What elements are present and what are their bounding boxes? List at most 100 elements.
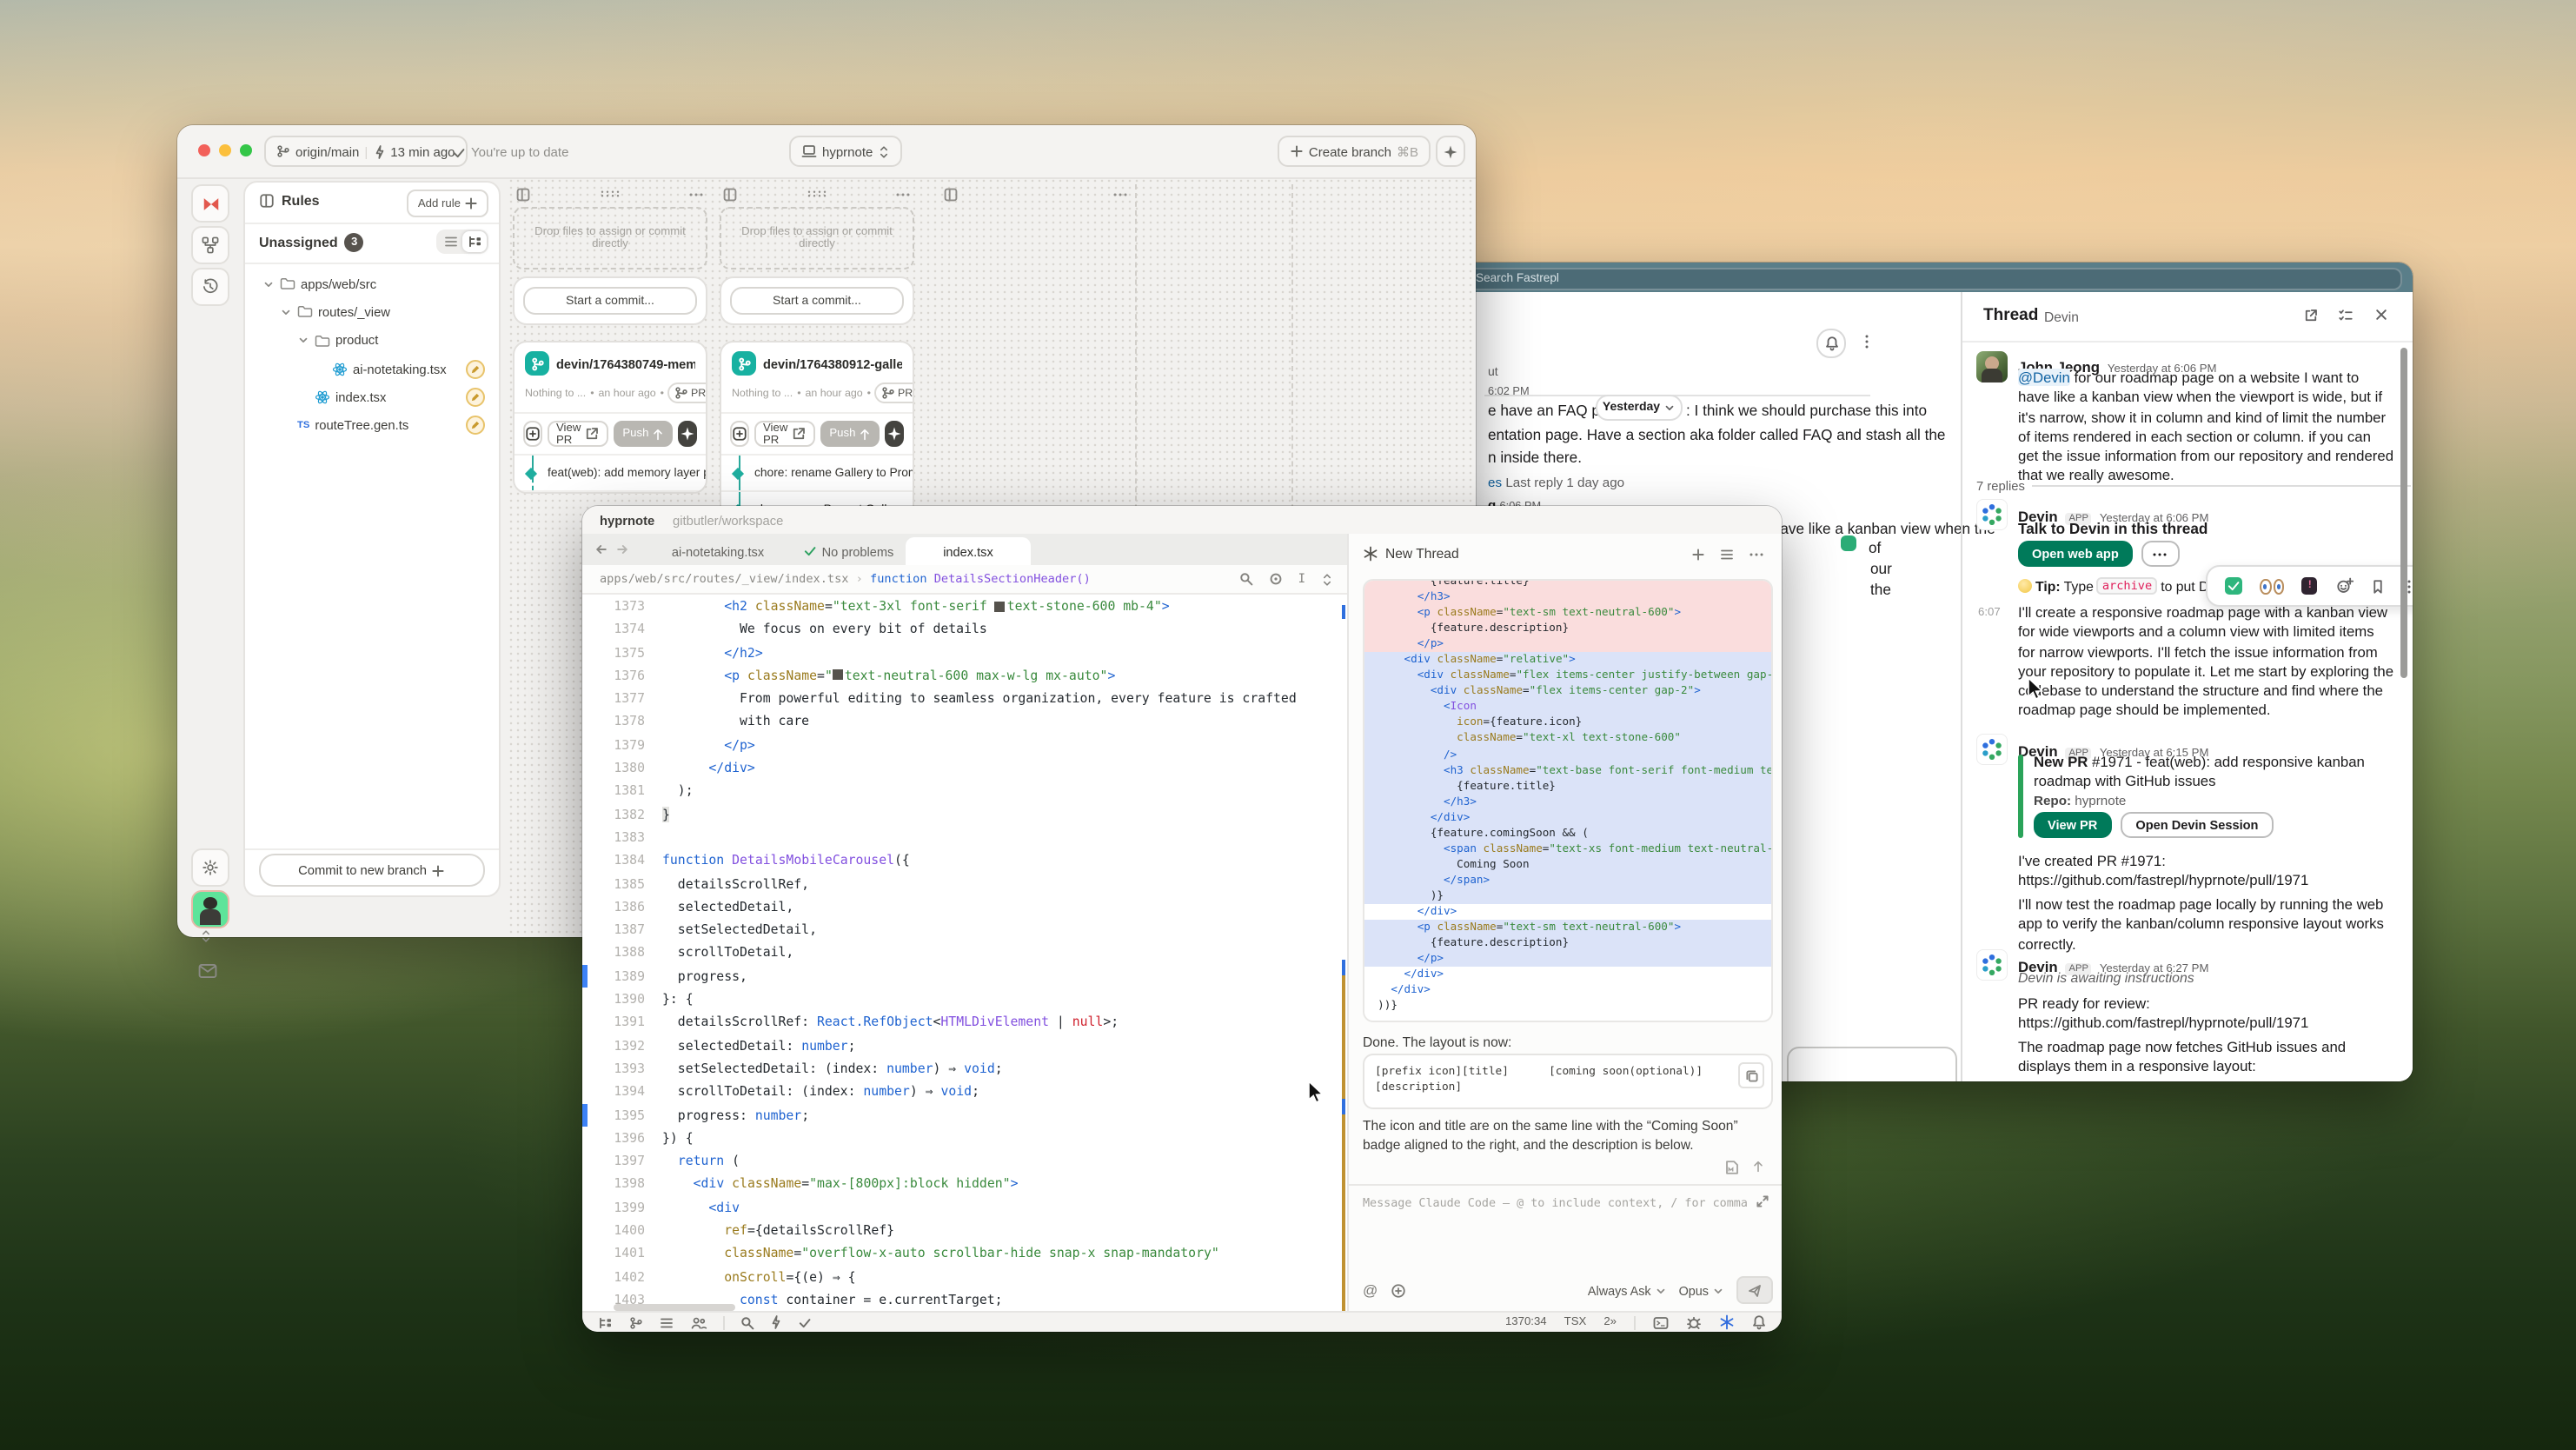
push-button[interactable]: Push bbox=[820, 421, 880, 447]
language-mode[interactable]: TSX bbox=[1564, 1316, 1587, 1328]
drop-zone[interactable]: Drop files to assign or commit directly bbox=[720, 207, 914, 269]
replies-count[interactable]: 7 replies bbox=[1976, 478, 2025, 494]
drag-handle-icon[interactable] bbox=[806, 190, 827, 198]
avatar[interactable] bbox=[1976, 499, 2008, 530]
pr-attachment-title[interactable]: New PR #1971 - feat(web): add responsive… bbox=[2034, 753, 2392, 792]
panel-icon[interactable] bbox=[516, 187, 530, 201]
panel-icon[interactable] bbox=[723, 187, 737, 201]
nav-back-icon[interactable] bbox=[594, 542, 608, 556]
lane-menu-icon[interactable] bbox=[688, 187, 704, 201]
code-line[interactable]: 1398 <div className="max-[800px]:block h… bbox=[582, 1173, 1347, 1196]
status-branch-icon[interactable] bbox=[629, 1315, 643, 1329]
gitbutler-logo[interactable] bbox=[191, 184, 229, 223]
sort-icon[interactable] bbox=[1321, 571, 1333, 587]
new-thread-icon[interactable] bbox=[1691, 547, 1705, 561]
message-input[interactable]: Message Claude Code — @ to include conte… bbox=[1363, 1196, 1747, 1210]
open-web-app-button[interactable]: Open web app bbox=[2018, 541, 2133, 567]
commit-row[interactable]: chore: rename Gallery to Prompt Gallery … bbox=[721, 456, 913, 492]
panel-menu-icon[interactable] bbox=[1749, 547, 1764, 561]
tree-item-ai-notetaking-tsx[interactable]: ai-notetaking.tsx bbox=[256, 355, 492, 383]
view-pr-button[interactable]: View PR bbox=[754, 421, 815, 447]
cursor-position[interactable]: 1370:34 bbox=[1505, 1316, 1547, 1328]
view-pr-button[interactable]: View PR bbox=[2034, 812, 2111, 838]
thread-scrollbar[interactable] bbox=[2400, 348, 2407, 678]
avatar[interactable] bbox=[1976, 351, 2008, 382]
close-icon[interactable] bbox=[2374, 308, 2388, 322]
date-pill[interactable]: Yesterday bbox=[1596, 395, 1683, 421]
code-line[interactable]: 1394 scrollToDetail: (index: number) ⇒ v… bbox=[582, 1080, 1347, 1103]
lane-menu-icon[interactable] bbox=[1112, 187, 1128, 201]
ai-button[interactable] bbox=[678, 421, 697, 447]
code-line[interactable]: 1373 <h2 className="text-3xl font-serif … bbox=[582, 595, 1347, 618]
tree-item-routetree-gen-ts[interactable]: TSrouteTree.gen.ts bbox=[256, 411, 492, 440]
open-devin-session-button[interactable]: Open Devin Session bbox=[2120, 812, 2274, 838]
branch-name[interactable]: devin/1764380912-gallery-shortcuts bbox=[763, 356, 902, 371]
status-zap-icon[interactable] bbox=[770, 1314, 782, 1330]
open-in-window-icon[interactable] bbox=[2303, 308, 2319, 323]
more-options-button[interactable] bbox=[2141, 541, 2180, 567]
more-vertical-icon[interactable] bbox=[1860, 334, 1874, 349]
pr-pill[interactable]: PR #1982 bbox=[875, 382, 914, 403]
commit-to-new-branch-button[interactable]: Commit to new branch bbox=[259, 854, 485, 887]
list-view-button[interactable] bbox=[438, 231, 462, 252]
avatar[interactable] bbox=[1976, 734, 2008, 765]
breadcrumb[interactable]: apps/web/src/routes/_view/index.tsx › fu… bbox=[582, 565, 1347, 595]
history-view-button[interactable] bbox=[191, 268, 229, 306]
zoom-window-button[interactable] bbox=[240, 144, 252, 156]
thread-settings-icon[interactable] bbox=[2338, 308, 2354, 323]
feedback-mail-icon[interactable] bbox=[198, 963, 217, 979]
code-line[interactable]: 1399 <div bbox=[582, 1195, 1347, 1219]
eyes-reaction-icon[interactable] bbox=[2260, 578, 2284, 594]
code-line[interactable]: 1389 progress, bbox=[582, 965, 1347, 988]
notifications-icon[interactable] bbox=[1752, 1314, 1766, 1330]
terminal-icon[interactable] bbox=[1653, 1315, 1669, 1329]
tree-item-index-tsx[interactable]: index.tsx bbox=[256, 382, 492, 411]
settings-button[interactable] bbox=[191, 848, 229, 887]
code-line[interactable]: 1390}: { bbox=[582, 988, 1347, 1011]
slack-search-input[interactable]: Search Fastrepl bbox=[1439, 268, 2402, 290]
debug-icon[interactable] bbox=[1686, 1314, 1702, 1330]
user-avatar[interactable] bbox=[191, 890, 229, 928]
bell-icon[interactable] bbox=[1816, 329, 1846, 358]
tree-item-routes-view[interactable]: routes/_view bbox=[256, 298, 492, 327]
indent-setting[interactable]: 2» bbox=[1603, 1316, 1617, 1328]
code-editor[interactable]: 1373 <h2 className="text-3xl font-serif … bbox=[582, 595, 1347, 1313]
code-line[interactable]: 1391 detailsScrollRef: React.RefObject<H… bbox=[582, 1011, 1347, 1034]
markdown-icon[interactable] bbox=[1724, 1160, 1740, 1175]
assign-button[interactable] bbox=[730, 421, 749, 447]
branches-view-button[interactable] bbox=[191, 226, 229, 264]
push-button[interactable]: Push bbox=[614, 421, 673, 447]
code-line[interactable]: 1383 bbox=[582, 826, 1347, 849]
dark-reaction-icon[interactable]: ! bbox=[2302, 577, 2318, 595]
pr-pill[interactable]: PR #1981 bbox=[668, 382, 707, 403]
code-line[interactable]: 1396}) { bbox=[582, 1127, 1347, 1150]
project-switcher[interactable]: hyprnote bbox=[789, 136, 902, 167]
message-time[interactable]: 6:07 bbox=[1978, 607, 2001, 619]
assign-button[interactable] bbox=[523, 421, 542, 447]
minimize-window-button[interactable] bbox=[219, 144, 231, 156]
branch-sync-pill[interactable]: origin/main | 13 min ago bbox=[264, 136, 468, 167]
branch-name[interactable]: devin/1764380749-memory-page bbox=[556, 356, 695, 371]
tree-item-product[interactable]: product bbox=[256, 326, 492, 355]
diff-preview[interactable]: {feature.title} </h3> <p className="text… bbox=[1363, 579, 1773, 1022]
code-line[interactable]: 1400 ref={detailsScrollRef} bbox=[582, 1219, 1347, 1242]
add-reaction-icon[interactable] bbox=[2335, 577, 2353, 595]
pr-link[interactable]: https://github.com/fastrepl/hyprnote/pul… bbox=[2018, 871, 2393, 891]
code-line[interactable]: 1374 We focus on every bit of details bbox=[582, 618, 1347, 642]
code-line[interactable]: 1387 setSelectedDetail, bbox=[582, 918, 1347, 941]
code-line[interactable]: 1393 setSelectedDetail: (index: number) … bbox=[582, 1057, 1347, 1081]
slack-message-composer[interactable] bbox=[1787, 1047, 1957, 1081]
code-line[interactable]: 1378 with care bbox=[582, 710, 1347, 734]
code-line[interactable]: 1379 </p> bbox=[582, 734, 1347, 757]
copy-icon[interactable] bbox=[1738, 1062, 1764, 1088]
thread-list-icon[interactable] bbox=[1719, 547, 1735, 561]
select-icon[interactable] bbox=[1269, 571, 1283, 587]
at-mention-icon[interactable]: @ bbox=[1363, 1281, 1378, 1299]
view-pr-button[interactable]: View PR bbox=[548, 421, 608, 447]
tree-item-apps-web-src[interactable]: apps/web/src bbox=[256, 269, 492, 298]
create-branch-button[interactable]: Create branch ⌘B bbox=[1278, 136, 1431, 167]
add-rule-button[interactable]: Add rule bbox=[408, 190, 488, 217]
code-line[interactable]: 1382} bbox=[582, 802, 1347, 826]
code-line[interactable]: 1377 From powerful editing to seamless o… bbox=[582, 687, 1347, 710]
tab-no-problems[interactable]: No problems bbox=[777, 537, 920, 565]
